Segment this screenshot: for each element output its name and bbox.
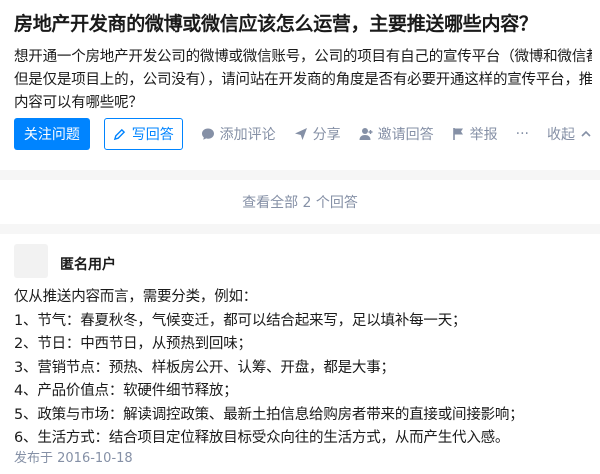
collapse-label: 收起 — [547, 127, 575, 143]
report-label: 举报 — [469, 127, 498, 143]
question-detail-line: 内容可以有哪些呢？ — [14, 95, 143, 111]
invite-answer-label: 邀请回答 — [377, 127, 434, 143]
question-card: 房地产开发商的微博或微信应该怎么运营，主要推送哪些内容？ 想开通一个房地产开发公… — [0, 0, 600, 170]
pen-icon — [113, 128, 126, 141]
question-title[interactable]: 房地产开发商的微博或微信应该怎么运营，主要推送哪些内容？ — [14, 10, 592, 38]
avatar[interactable] — [14, 244, 48, 278]
add-comment-button[interactable]: 添加评论 — [201, 124, 276, 144]
follow-question-button[interactable]: 关注问题 — [14, 118, 90, 150]
share-icon — [294, 128, 307, 140]
answer-line: 4、产品价值点：软硬件细节释放； — [14, 383, 238, 399]
answer-line: 2、节日：中西节日，从预热到回味； — [14, 336, 252, 352]
write-answer-label: 写回答 — [131, 127, 174, 143]
answer-line: 5、政策与市场：解读调控政策、最新土拍信息给购房者带来的直接或间接影响； — [14, 406, 524, 423]
author-name[interactable]: 匿名用户 — [60, 254, 116, 274]
share-button[interactable]: 分享 — [294, 124, 341, 144]
question-detail-line: 想开通一个房地产开发公司的微博或微信账号，公司的项目有自己的宣传平台（微博和微信… — [14, 49, 592, 65]
answer-line: 仅从推送内容而言，需要分类，例如： — [14, 289, 258, 305]
question-actions: 关注问题 写回答 添加评论 分享 邀请回答 举报 ··· 收起 — [14, 118, 592, 150]
invite-answer-button[interactable]: 邀请回答 — [359, 124, 434, 144]
chevron-up-icon — [581, 130, 591, 137]
share-label: 分享 — [312, 127, 341, 143]
published-date[interactable]: 发布于 2016-10-18 — [14, 447, 133, 466]
answer-line: 3、营销节点：预热、样板房公开、认筹、开盘，都是大事； — [14, 359, 395, 376]
report-button[interactable]: 举报 — [452, 124, 498, 144]
write-answer-button[interactable]: 写回答 — [103, 118, 183, 150]
invite-user-icon — [359, 128, 373, 140]
comment-icon — [201, 128, 214, 140]
answer-line: 1、节气：春夏秋冬，气候变迁，都可以结合起来写，足以填补每一天； — [14, 312, 467, 329]
more-button[interactable]: ··· — [516, 126, 529, 142]
answer-body: 仅从推送内容而言，需要分类，例如： 1、节气：春夏秋冬，气候变迁，都可以结合起来… — [14, 286, 592, 451]
answer-card: 匿名用户 仅从推送内容而言，需要分类，例如： 1、节气：春夏秋冬，气候变迁，都可… — [0, 234, 600, 474]
question-detail: 想开通一个房地产开发公司的微博或微信账号，公司的项目有自己的宣传平台（微博和微信… — [14, 46, 592, 115]
add-comment-label: 添加评论 — [219, 127, 276, 143]
question-detail-line: 但是仅是项目上的，公司没有），请问站在开发商的角度是否有必要开通这样的宣传平台，… — [14, 72, 592, 88]
flag-icon — [452, 128, 463, 140]
collapse-button[interactable]: 收起 — [547, 124, 592, 144]
view-all-answers-link[interactable]: 查看全部 2 个回答 — [0, 180, 600, 224]
